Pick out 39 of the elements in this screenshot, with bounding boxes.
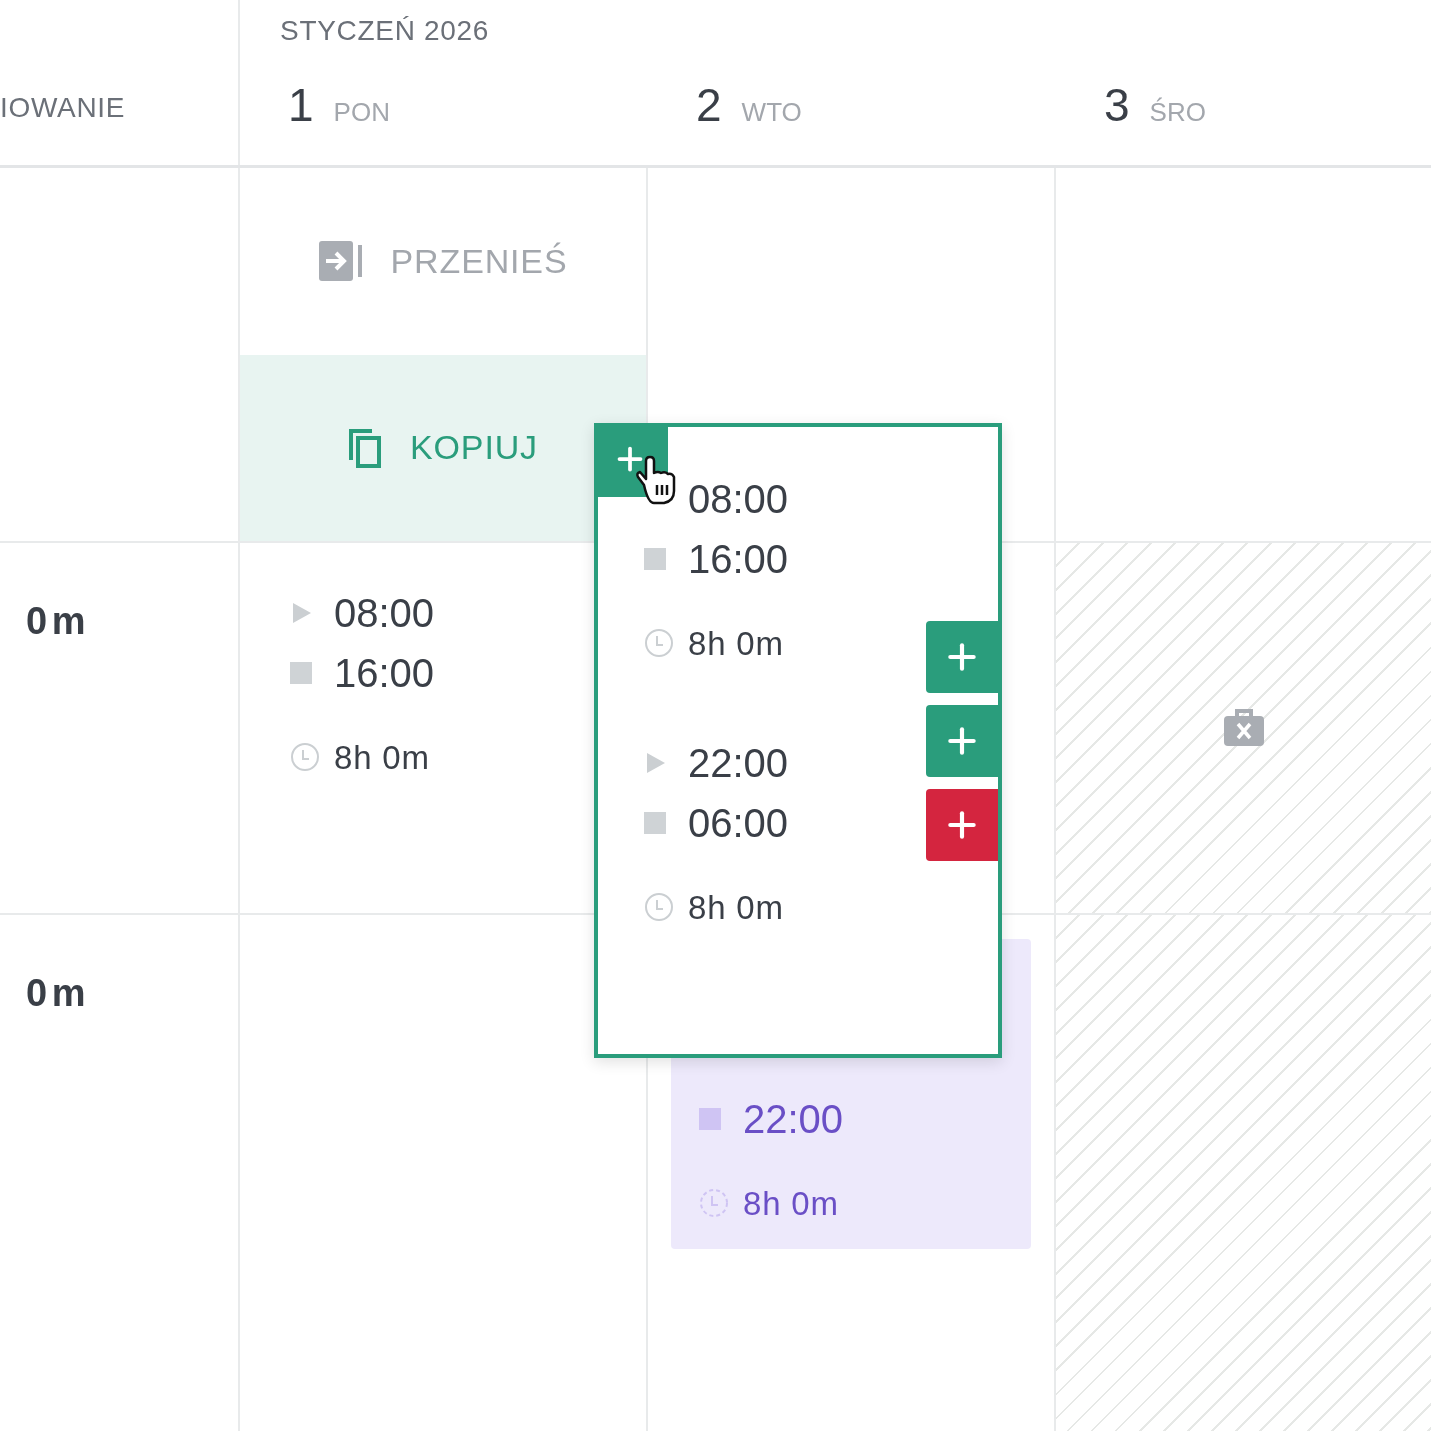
hand-cursor-icon (634, 455, 678, 505)
duration: 8h 0m (334, 740, 430, 774)
add-button[interactable] (926, 621, 998, 693)
end-time: 16:00 (688, 539, 789, 579)
start-time: 08:00 (688, 479, 789, 519)
day-number: 2 (696, 82, 722, 128)
play-icon (290, 601, 312, 625)
stop-icon (644, 548, 666, 570)
copy-icon (348, 427, 383, 468)
clock-icon (644, 628, 674, 658)
column-header: IOWANIE (0, 91, 126, 125)
stop-icon (644, 812, 666, 834)
duration: 8h 0m (688, 626, 784, 660)
stop-icon (290, 662, 312, 684)
month-label: STYCZEŃ 2026 (279, 14, 490, 48)
duration: 8h 0m (688, 890, 784, 924)
add-button[interactable] (926, 789, 998, 861)
end-time: 06:00 (688, 803, 789, 843)
clock-icon (290, 742, 320, 772)
weekday-label: ŚRO (1149, 99, 1206, 125)
day-number: 1 (288, 82, 314, 128)
briefcase-x-icon (1223, 708, 1264, 748)
action-button[interactable]: KOPIUJ (240, 354, 646, 541)
end-time: 22:00 (743, 1099, 844, 1139)
day-number: 3 (1104, 82, 1130, 128)
play-icon (644, 751, 666, 775)
clock-icon (699, 1188, 729, 1218)
move-icon (318, 241, 363, 282)
duration: 8h 0m (743, 1186, 839, 1220)
weekday-label: WTO (741, 99, 802, 125)
start-time: 22:00 (688, 743, 789, 783)
stop-icon (699, 1108, 721, 1130)
add-button[interactable] (926, 705, 998, 777)
weekday-label: PON (333, 99, 390, 125)
row-total: 0m (26, 971, 92, 1016)
row-total: 0m (26, 599, 92, 644)
start-time: 08:00 (334, 593, 435, 633)
clock-icon (644, 892, 674, 922)
end-time: 16:00 (334, 653, 435, 693)
